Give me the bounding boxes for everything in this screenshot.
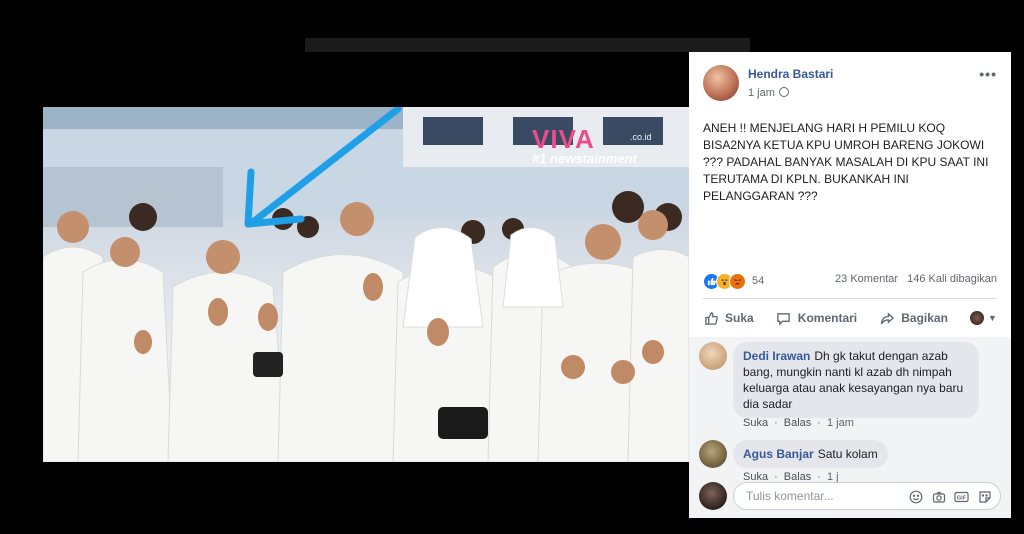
current-user-avatar[interactable] [699, 482, 727, 510]
post-time-label: 1 jam [748, 87, 775, 99]
chevron-down-icon: ▼ [988, 313, 997, 323]
user-avatar-small [970, 311, 985, 325]
camera-icon[interactable] [931, 489, 946, 504]
comment-meta: Suka · Balas · 1 jam [743, 417, 860, 429]
action-bar: Suka Komentari Bagikan ▼ [703, 304, 997, 332]
comment-bubble: Agus Banjar Satu kolam [733, 440, 888, 468]
post-text: ANEH !! MENJELANG HARI H PEMILU KOQ BISA… [703, 121, 989, 203]
comment-input[interactable] [746, 489, 896, 503]
comments-count[interactable]: 23 Komentar [835, 273, 898, 285]
gif-icon[interactable]: GIF [954, 489, 969, 504]
globe-icon [778, 87, 789, 97]
share-label: Bagikan [901, 311, 948, 325]
post-panel: Hendra Bastari 1 jam ••• ANEH !! MENJELA… [689, 52, 1011, 518]
comment-icon [776, 310, 792, 326]
author-name[interactable]: Hendra Bastari [748, 67, 833, 81]
like-button[interactable]: Suka [703, 310, 754, 326]
comment-composer: GIF [699, 480, 1001, 512]
comment-button[interactable]: Komentari [776, 310, 857, 326]
sticker-icon[interactable] [977, 489, 992, 504]
thumbs-up-icon [703, 310, 719, 326]
comment-bubble: Dedi Irawan Dh gk takut dengan azab bang,… [733, 342, 979, 418]
commenter-name[interactable]: Agus Banjar [743, 447, 814, 461]
commenter-name[interactable]: Dedi Irawan [743, 349, 810, 363]
commenter-avatar[interactable] [699, 342, 727, 370]
meta-dot: · [817, 417, 821, 429]
comment-text: Satu kolam [817, 447, 878, 461]
like-label: Suka [725, 311, 754, 325]
reactions-summary[interactable]: 54 [703, 272, 764, 290]
comment-like-link[interactable]: Suka [743, 417, 768, 429]
shares-count[interactable]: 146 Kali dibagikan [907, 273, 997, 285]
author-avatar[interactable] [703, 65, 739, 101]
share-icon [879, 310, 895, 326]
comments-section: Dedi Irawan Dh gk takut dengan azab bang,… [689, 337, 1011, 518]
svg-text:GIF: GIF [957, 495, 967, 501]
comment-time[interactable]: 1 jam [827, 417, 854, 429]
comment-reply-link[interactable]: Balas [784, 417, 812, 429]
share-button[interactable]: Bagikan [879, 310, 948, 326]
angry-reaction-icon [729, 272, 746, 290]
reaction-count: 54 [752, 275, 765, 287]
more-options-button[interactable]: ••• [979, 66, 997, 82]
comment-input-box[interactable]: GIF [733, 482, 1001, 510]
divider [703, 298, 997, 299]
composer-icons: GIF [908, 489, 992, 504]
engagement-counts: 23 Komentar 146 Kali dibagikan [835, 273, 997, 285]
top-bar [305, 38, 750, 52]
viva-tagline: #1 newstainment [532, 151, 637, 166]
viva-watermark: VIVA .co.id #1 newstainment [532, 124, 652, 166]
post-as-selector[interactable]: ▼ [970, 311, 997, 325]
commenter-avatar[interactable] [699, 440, 727, 468]
viva-domain: .co.id [630, 132, 652, 142]
emoji-icon[interactable] [908, 489, 923, 504]
post-time[interactable]: 1 jam [748, 87, 789, 99]
meta-dot: · [774, 417, 778, 429]
comment-label: Komentari [797, 311, 858, 325]
